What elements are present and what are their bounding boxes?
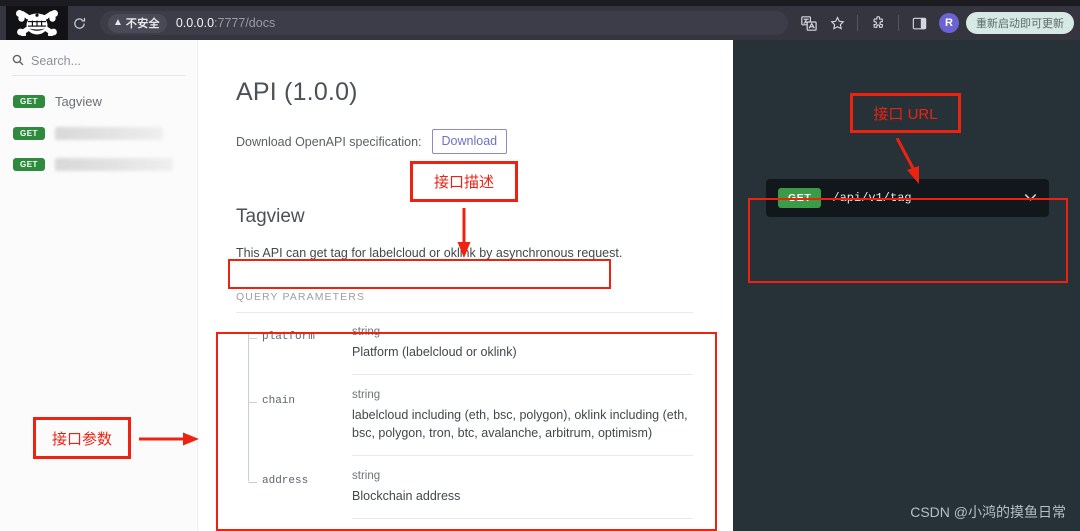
skull-crossbones-logo <box>6 6 68 40</box>
address-bar[interactable]: ▲ 不安全 0.0.0.0:7777/docs <box>100 11 788 35</box>
parameter-name-address: address <box>248 475 352 487</box>
watermark: CSDN @小鸿的摸鱼日常 <box>910 504 1066 520</box>
annotation-parameters-arrow <box>139 432 199 446</box>
search-input[interactable] <box>31 54 185 68</box>
parameter-description: Platform (labelcloud or oklink) <box>352 344 517 359</box>
endpoint-path: /api/v1/tag <box>832 191 912 205</box>
sidebar-item-tagview[interactable]: GET Tagview <box>12 94 185 109</box>
sidebar-item-label-redacted <box>54 127 163 140</box>
spec-download-label: Download OpenAPI specification: <box>236 134 422 149</box>
endpoint-method-badge: GET <box>778 188 822 208</box>
star-bookmark-icon[interactable] <box>824 10 850 36</box>
parameter-name-column: platform chain address <box>236 326 352 520</box>
browser-toolbar: ▲ 不安全 0.0.0.0:7777/docs R 重新启动即可更新 <box>0 6 1080 40</box>
annotation-parameters-text: 接口参数 <box>51 430 112 448</box>
query-parameters-heading: QUERY PARAMETERS <box>236 291 693 313</box>
tree-line <box>248 333 249 481</box>
sidebar-item-3[interactable]: GET <box>12 158 185 171</box>
main-content: API (1.0.0) Download OpenAPI specificati… <box>198 40 733 531</box>
extensions-puzzle-icon[interactable] <box>865 10 891 36</box>
search-icon <box>12 54 24 68</box>
toolbar-actions: R 重新启动即可更新 <box>796 10 1074 36</box>
update-button[interactable]: 重新启动即可更新 <box>966 12 1074 34</box>
parameter-row: string Blockchain address <box>352 470 693 519</box>
url-text: 0.0.0.0:7777/docs <box>176 16 275 30</box>
method-badge-get: GET <box>13 158 45 171</box>
parameter-row: string labelcloud including (eth, bsc, p… <box>352 389 693 456</box>
side-panel-icon[interactable] <box>906 10 932 36</box>
toolbar-divider-2 <box>898 15 899 31</box>
parameter-type: string <box>352 469 381 482</box>
toolbar-divider <box>857 15 858 31</box>
parameter-detail-column: string Platform (labelcloud or oklink) s… <box>352 326 693 519</box>
sidebar-item-2[interactable]: GET <box>12 127 185 140</box>
annotation-description-arrow <box>457 208 471 258</box>
sidebar-item-label: Tagview <box>54 94 102 109</box>
url-host: 0.0.0.0 <box>175 16 215 30</box>
parameter-row: string Platform (labelcloud or oklink) <box>352 326 693 375</box>
annotation-url-arrow <box>895 138 919 184</box>
sidebar-search[interactable] <box>12 54 185 76</box>
annotation-url-label: 接口 URL <box>850 93 961 133</box>
reload-icon[interactable] <box>68 6 90 40</box>
url-path: :7777/docs <box>214 16 276 30</box>
annotation-parameters-label: 接口参数 <box>33 417 131 459</box>
parameter-name-platform: platform <box>248 331 352 343</box>
parameter-description: labelcloud including (eth, bsc, polygon)… <box>352 407 688 440</box>
parameter-description: Blockchain address <box>352 488 461 503</box>
annotation-url-text: 接口 URL <box>873 105 938 123</box>
translate-icon[interactable] <box>796 10 822 36</box>
parameter-type: string <box>352 388 381 401</box>
spec-download-row: Download OpenAPI specification: Download <box>236 129 693 154</box>
annotation-description-text: 接口描述 <box>433 174 494 191</box>
method-badge-get: GET <box>13 127 45 140</box>
page-body: GET Tagview GET GET API (1.0.0) Download… <box>0 40 1080 531</box>
download-button[interactable]: Download <box>431 129 508 154</box>
chevron-down-icon[interactable] <box>1024 191 1037 205</box>
parameter-type: string <box>352 325 381 338</box>
annotation-description-label: 接口描述 <box>410 161 518 202</box>
parameter-name-chain: chain <box>248 395 352 407</box>
warning-triangle-icon: ▲ <box>113 17 123 28</box>
sidebar-item-label-redacted <box>54 158 173 171</box>
security-status-badge[interactable]: ▲ 不安全 <box>108 13 167 33</box>
security-status-label: 不安全 <box>125 18 160 30</box>
profile-avatar[interactable]: R <box>939 13 959 33</box>
parameters-list: platform chain address string Platform (… <box>236 326 693 520</box>
method-badge-get: GET <box>13 95 45 108</box>
page-title: API (1.0.0) <box>236 78 358 106</box>
